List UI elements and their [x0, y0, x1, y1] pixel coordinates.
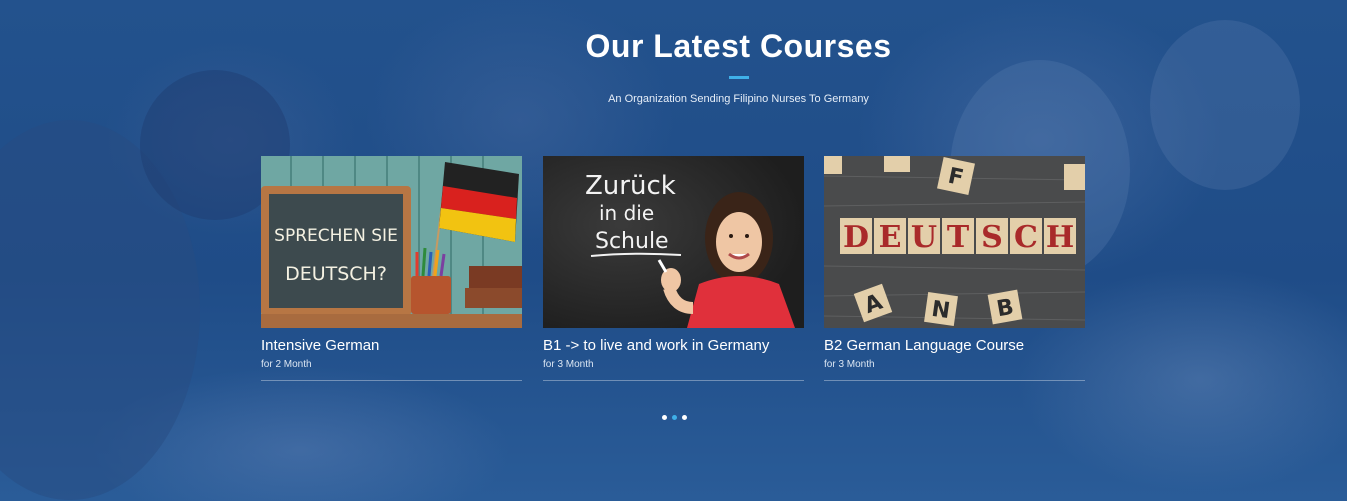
course-card[interactable]: SPRECHEN SIE DEUTSCH? Intensive German f… — [261, 156, 522, 381]
chalk-zuruck: Zurück — [585, 171, 676, 201]
carousel-dot[interactable] — [682, 415, 687, 420]
course-duration: for 3 Month — [824, 359, 875, 370]
course-duration: for 3 Month — [543, 359, 594, 370]
section-header: Our Latest Courses An Organization Sendi… — [0, 22, 1347, 105]
title-divider — [728, 76, 749, 79]
card-divider — [824, 380, 1085, 381]
block-letter: S — [981, 220, 1003, 255]
course-title[interactable]: Intensive German — [261, 336, 522, 356]
course-carousel: SPRECHEN SIE DEUTSCH? Intensive German f… — [261, 156, 1085, 382]
course-card[interactable]: Zurück in die Schule B1 -> to live and w… — [543, 156, 804, 381]
card-divider — [543, 380, 804, 381]
section-subtitle: An Organization Sending Filipino Nurses … — [608, 93, 869, 105]
carousel-dot[interactable] — [662, 415, 667, 420]
course-image-back-to-school[interactable]: Zurück in die Schule — [543, 156, 804, 328]
chalk-schule: Schule — [595, 229, 669, 254]
chalk-in-die: in die — [599, 201, 654, 225]
chalk-line-1: SPRECHEN SIE — [274, 226, 398, 246]
card-divider — [261, 380, 522, 381]
course-title[interactable]: B1 -> to live and work in Germany — [543, 336, 804, 356]
chalk-line-2: DEUTSCH? — [285, 263, 387, 285]
course-title[interactable]: B2 German Language Course — [824, 336, 1085, 356]
course-image-letter-blocks[interactable]: D E U T S C H F A N B — [824, 156, 1085, 328]
block-letter: H — [1046, 220, 1074, 255]
block-letter: U — [911, 220, 937, 255]
block-letter: E — [879, 220, 902, 255]
scattered-letter: N — [930, 297, 952, 324]
course-duration: for 2 Month — [261, 359, 312, 370]
block-letter: C — [1014, 220, 1038, 255]
carousel-pagination — [662, 415, 687, 420]
block-letter: D — [843, 220, 869, 255]
carousel-dot-active[interactable] — [672, 415, 677, 420]
block-letter: T — [947, 220, 970, 255]
course-image-chalkboard-flag[interactable]: SPRECHEN SIE DEUTSCH? — [261, 156, 522, 328]
course-card[interactable]: D E U T S C H F A N B B2 German Language… — [824, 156, 1085, 381]
section-title: Our Latest Courses — [585, 28, 892, 64]
